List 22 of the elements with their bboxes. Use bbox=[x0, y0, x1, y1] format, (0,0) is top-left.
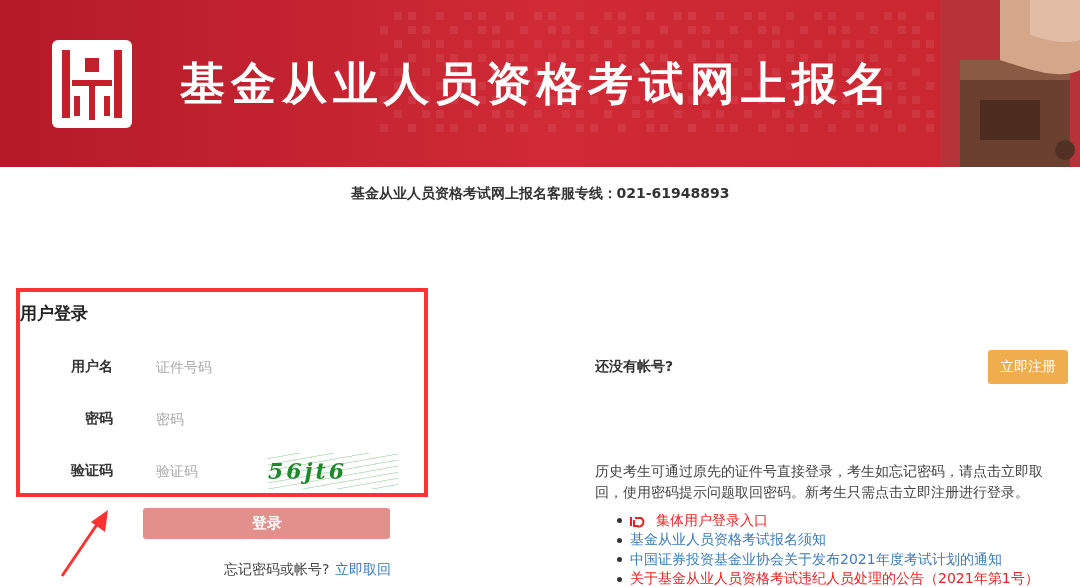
field-label: 验证码 bbox=[70, 462, 113, 480]
forgot-text: 忘记密码或帐号? bbox=[224, 561, 330, 579]
captcha-image: 56jt6 bbox=[268, 453, 398, 489]
retrieve-link[interactable]: 立即取回 bbox=[335, 561, 392, 579]
hotline-text: 基金从业人员资格考试网上报名客服专线：021-61948893 bbox=[350, 185, 730, 201]
bullet-icon bbox=[617, 518, 622, 524]
login-title: 用户登录 bbox=[20, 302, 88, 325]
notice-text: 历史考生可通过原先的证件号直接登录，考生如忘记密码，请点击立即取回，使用密码提示问题取回密码。新考生只需点击立即注册进行登录。 bbox=[595, 462, 1044, 502]
logo-icon bbox=[52, 39, 132, 128]
annotation-arrow bbox=[60, 510, 108, 577]
notice-link[interactable]: 关于基金从业人员资格考试违纪人员处理的公告（2021年第1号） bbox=[630, 570, 1039, 587]
notice-link[interactable]: 基金从业人员资格考试报名须知 bbox=[630, 531, 826, 550]
bullet-icon bbox=[617, 557, 622, 563]
notice-link[interactable]: 集体用户登录入口 bbox=[656, 511, 768, 530]
login-button[interactable]: 登录 bbox=[143, 508, 390, 539]
bullet-icon bbox=[617, 537, 622, 543]
field-label: 密码 bbox=[84, 410, 113, 428]
field-label: 用户名 bbox=[70, 358, 113, 376]
notice-link[interactable]: 中国证券投资基金业协会关于发布2021年度考试计划的通知 bbox=[630, 550, 1002, 569]
site-title: 基金从业人员资格考试网上报名 bbox=[180, 55, 894, 112]
bullet-icon bbox=[617, 576, 622, 582]
register-prompt: 还没有帐号? bbox=[595, 358, 674, 376]
